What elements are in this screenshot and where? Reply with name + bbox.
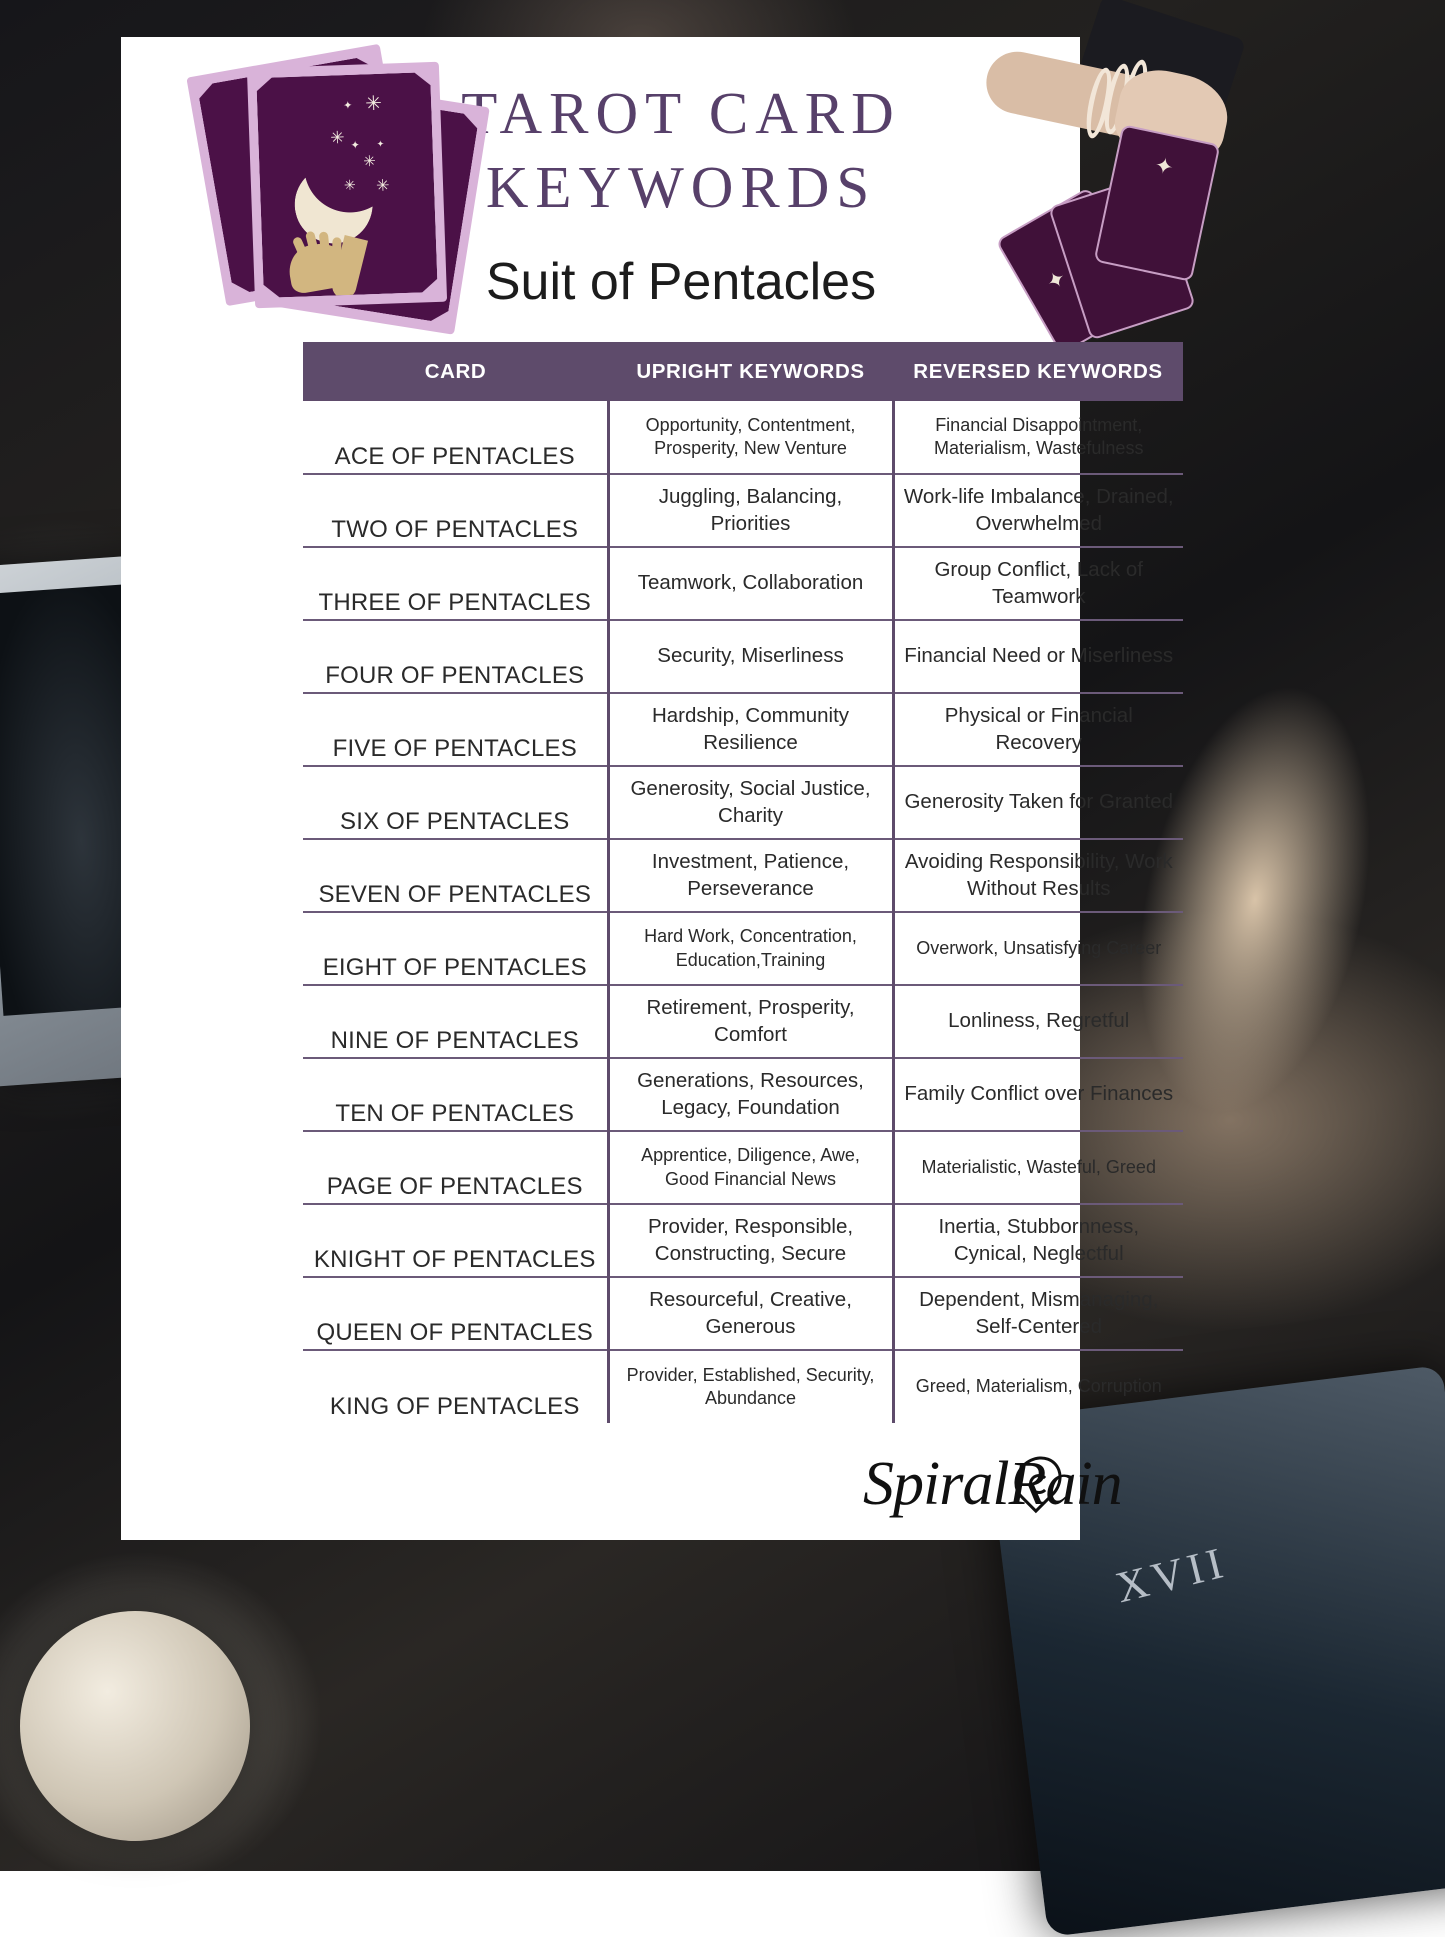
cell-upright-keywords: Juggling, Balancing, Priorities [608,474,893,547]
hand-holding-cards-illustration: ✦ ✦ ✦ [967,37,1307,337]
table-row: ACE OF PENTACLESOpportunity, Contentment… [303,401,1183,474]
cell-reversed-keywords: Inertia, Stubbornness, Cynical, Neglectf… [893,1204,1183,1277]
finger-icon [332,237,342,259]
spiral-rain-logo: SpiralRain [863,1449,1193,1541]
cell-card-name: EIGHT OF PENTACLES [303,912,608,985]
star-icon: ✦ [343,101,353,112]
table-row: KING OF PENTACLESProvider, Established, … [303,1350,1183,1423]
star-icon: ✦ [350,141,360,152]
cell-reversed-keywords: Dependent, Mismanaging, Self-Centered [893,1277,1183,1350]
cell-card-name: KNIGHT OF PENTACLES [303,1204,608,1277]
star-icon: ✳ [363,154,376,169]
cell-upright-keywords: Hardship, Community Resilience [608,693,893,766]
tarot-card-moon-hand-icon: ✦ ✳ ✳ ✦ ✦ ✳ ✳ ✳ [247,62,447,309]
cell-card-name: PAGE OF PENTACLES [303,1131,608,1204]
cell-card-name: QUEEN OF PENTACLES [303,1277,608,1350]
background-yarn-ball [20,1611,250,1841]
cell-upright-keywords: Apprentice, Diligence, Awe, Good Financi… [608,1131,893,1204]
cell-reversed-keywords: Overwork, Unsatisfying Career [893,912,1183,985]
table-row: TWO OF PENTACLESJuggling, Balancing, Pri… [303,474,1183,547]
table-header-row: CARD UPRIGHT KEYWORDS REVERSED KEYWORDS [303,342,1183,401]
star-icon: ✦ [376,140,384,149]
cell-card-name: SIX OF PENTACLES [303,766,608,839]
keywords-table-wrapper: CARD UPRIGHT KEYWORDS REVERSED KEYWORDS … [303,342,1183,1423]
tarot-keywords-table: CARD UPRIGHT KEYWORDS REVERSED KEYWORDS … [303,342,1183,1423]
column-header-card: CARD [303,342,608,401]
table-row: THREE OF PENTACLESTeamwork, Collaboratio… [303,547,1183,620]
tarot-card-stack-illustration: ✦ ✳ ✳ ✦ ✦ ✳ ✳ ✳ [201,49,521,339]
star-icon: ✳ [365,94,382,115]
star-icon: ✳ [376,179,390,195]
cell-reversed-keywords: Lonliness, Regretful [893,985,1183,1058]
water-drop-spiral-icon [1016,1455,1064,1513]
cell-reversed-keywords: Group Conflict, Lack of Teamwork [893,547,1183,620]
table-header: CARD UPRIGHT KEYWORDS REVERSED KEYWORDS [303,342,1183,401]
cell-upright-keywords: Hard Work, Concentration, Education,Trai… [608,912,893,985]
star-icon: ✳ [330,129,345,146]
table-row: SEVEN OF PENTACLESInvestment, Patience, … [303,839,1183,912]
cell-upright-keywords: Retirement, Prosperity, Comfort [608,985,893,1058]
cell-upright-keywords: Generosity, Social Justice, Charity [608,766,893,839]
cell-reversed-keywords: Financial Need or Miserliness [893,620,1183,693]
table-body: ACE OF PENTACLESOpportunity, Contentment… [303,401,1183,1423]
cell-card-name: THREE OF PENTACLES [303,547,608,620]
cell-upright-keywords: Generations, Resources, Legacy, Foundati… [608,1058,893,1131]
cell-card-name: ACE OF PENTACLES [303,401,608,474]
cell-upright-keywords: Provider, Established, Security, Abundan… [608,1350,893,1423]
cell-card-name: KING OF PENTACLES [303,1350,608,1423]
cell-card-name: TWO OF PENTACLES [303,474,608,547]
table-row: PAGE OF PENTACLESApprentice, Diligence, … [303,1131,1183,1204]
cell-card-name: NINE OF PENTACLES [303,985,608,1058]
held-tarot-card-1-icon: ✦ [1094,124,1221,282]
cell-upright-keywords: Provider, Responsible, Constructing, Sec… [608,1204,893,1277]
cell-reversed-keywords: Work-life Imbalance, Drained, Overwhelme… [893,474,1183,547]
cell-reversed-keywords: Avoiding Responsibility, Work Without Re… [893,839,1183,912]
cell-reversed-keywords: Materialistic, Wasteful, Greed [893,1131,1183,1204]
cell-upright-keywords: Security, Miserliness [608,620,893,693]
table-row: NINE OF PENTACLESRetirement, Prosperity,… [303,985,1183,1058]
cell-upright-keywords: Investment, Patience, Perseverance [608,839,893,912]
table-row: EIGHT OF PENTACLESHard Work, Concentrati… [303,912,1183,985]
cell-reversed-keywords: Physical or Financial Recovery [893,693,1183,766]
cell-reversed-keywords: Financial Disappointment, Materialism, W… [893,401,1183,474]
table-row: KNIGHT OF PENTACLESProvider, Responsible… [303,1204,1183,1277]
column-header-upright: UPRIGHT KEYWORDS [608,342,893,401]
table-row: QUEEN OF PENTACLESResourceful, Creative,… [303,1277,1183,1350]
cell-reversed-keywords: Greed, Materialism, Corruption [893,1350,1183,1423]
cell-card-name: SEVEN OF PENTACLES [303,839,608,912]
cell-reversed-keywords: Family Conflict over Finances [893,1058,1183,1131]
cell-card-name: FIVE OF PENTACLES [303,693,608,766]
cell-card-name: FOUR OF PENTACLES [303,620,608,693]
table-row: TEN OF PENTACLESGenerations, Resources, … [303,1058,1183,1131]
column-header-reversed: REVERSED KEYWORDS [893,342,1183,401]
poster-sheet: TAROT CARD KEYWORDS Suit of Pentacles ✦ … [121,37,1080,1540]
cell-upright-keywords: Opportunity, Contentment, Prosperity, Ne… [608,401,893,474]
table-row: FOUR OF PENTACLESSecurity, MiserlinessFi… [303,620,1183,693]
cell-reversed-keywords: Generosity Taken for Granted [893,766,1183,839]
cell-card-name: TEN OF PENTACLES [303,1058,608,1131]
table-row: FIVE OF PENTACLESHardship, Community Res… [303,693,1183,766]
cell-upright-keywords: Teamwork, Collaboration [608,547,893,620]
table-row: SIX OF PENTACLESGenerosity, Social Justi… [303,766,1183,839]
cell-upright-keywords: Resourceful, Creative, Generous [608,1277,893,1350]
